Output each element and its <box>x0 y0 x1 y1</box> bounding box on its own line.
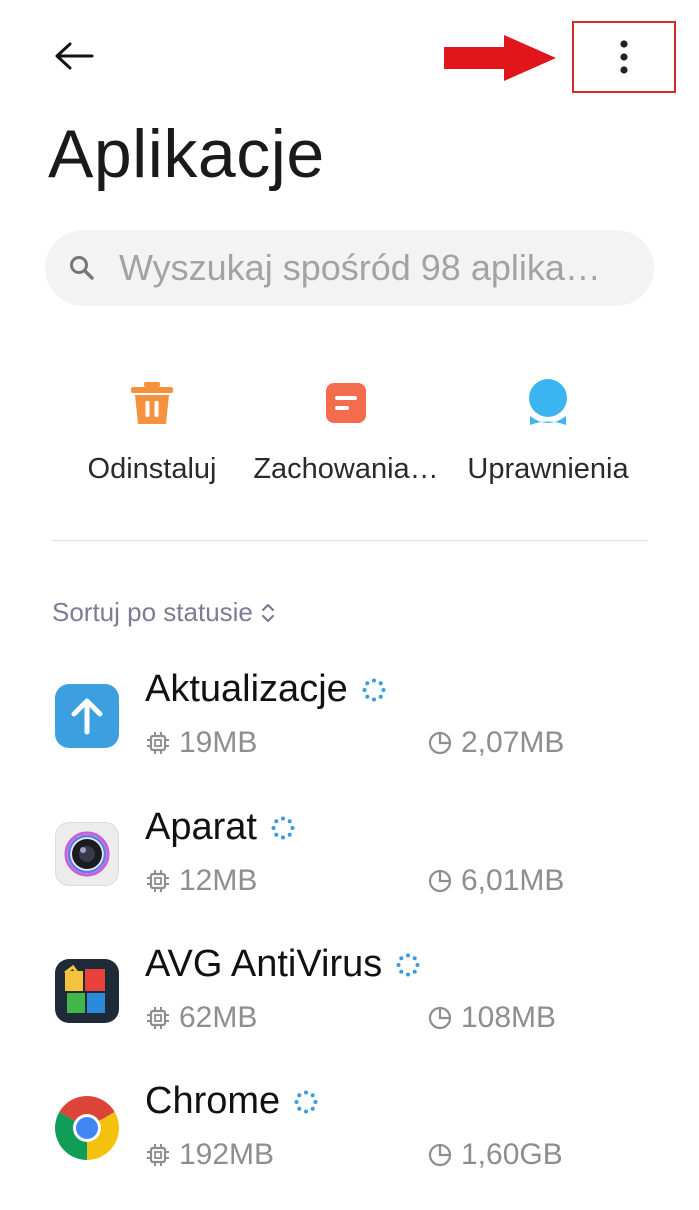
sort-label: Sortuj po statusie <box>52 597 253 627</box>
back-button[interactable] <box>44 28 104 84</box>
trash-icon <box>124 375 180 431</box>
app-row-avg-antivirus[interactable]: AVG AntiVirus 62MB 108MB <box>40 943 660 1073</box>
app-storage-size: 12MB <box>179 864 258 897</box>
camera-icon <box>55 822 119 886</box>
document-icon <box>318 375 374 431</box>
app-data-size: 108MB <box>461 1001 557 1034</box>
more-vertical-icon <box>620 40 628 74</box>
chrome-icon <box>55 1096 119 1160</box>
app-name: Aparat <box>145 806 257 848</box>
app-name: AVG AntiVirus <box>145 943 383 985</box>
app-data-size: 2,07MB <box>461 726 565 759</box>
pie-chart-icon <box>428 731 452 755</box>
shield-person-icon <box>520 375 576 431</box>
chip-icon <box>147 732 169 754</box>
more-options-button[interactable] <box>572 21 676 93</box>
pie-chart-icon <box>428 1006 452 1030</box>
app-data-size: 1,60GB <box>461 1138 563 1171</box>
pie-chart-icon <box>428 1143 452 1167</box>
avg-antivirus-icon <box>55 959 119 1023</box>
permissions-label: Uprawnienia <box>467 453 629 485</box>
behaviors-action[interactable]: Zachowania… <box>248 375 444 486</box>
arrow-left-icon <box>55 42 94 70</box>
app-row-chrome[interactable]: Chrome 192MB 1,60GB <box>40 1080 660 1210</box>
search-input[interactable] <box>119 247 639 289</box>
app-name: Chrome <box>145 1080 281 1122</box>
permissions-action[interactable]: Uprawnienia <box>460 375 636 486</box>
section-divider <box>52 540 648 541</box>
app-row-aktualizacje[interactable]: Aktualizacje 19MB 2,07MB <box>40 668 660 798</box>
app-name: Aktualizacje <box>145 668 348 710</box>
sync-status-icon <box>362 678 386 701</box>
annotation-arrow <box>444 35 556 81</box>
search-bar[interactable] <box>45 230 654 306</box>
sync-status-icon <box>271 816 295 839</box>
app-storage-size: 62MB <box>179 1001 258 1034</box>
chip-icon <box>147 1007 169 1029</box>
app-storage-size: 192MB <box>179 1138 275 1171</box>
search-icon <box>70 256 94 280</box>
sort-dropdown[interactable]: Sortuj po statusie <box>52 597 275 628</box>
page-title: Aplikacje <box>48 116 325 192</box>
app-data-size: 6,01MB <box>461 864 565 897</box>
sync-status-icon <box>396 953 420 976</box>
uninstall-label: Odinstaluj <box>87 453 217 485</box>
chip-icon <box>147 870 169 892</box>
uninstall-action[interactable]: Odinstaluj <box>80 375 224 486</box>
behaviors-label: Zachowania… <box>253 453 439 485</box>
pie-chart-icon <box>428 869 452 893</box>
chip-icon <box>147 1144 169 1166</box>
app-storage-size: 19MB <box>179 726 258 759</box>
update-arrow-icon <box>55 684 119 748</box>
sync-status-icon <box>294 1090 318 1113</box>
app-row-aparat[interactable]: Aparat 12MB 6,01MB <box>40 806 660 936</box>
sort-chevron-icon <box>261 603 274 622</box>
